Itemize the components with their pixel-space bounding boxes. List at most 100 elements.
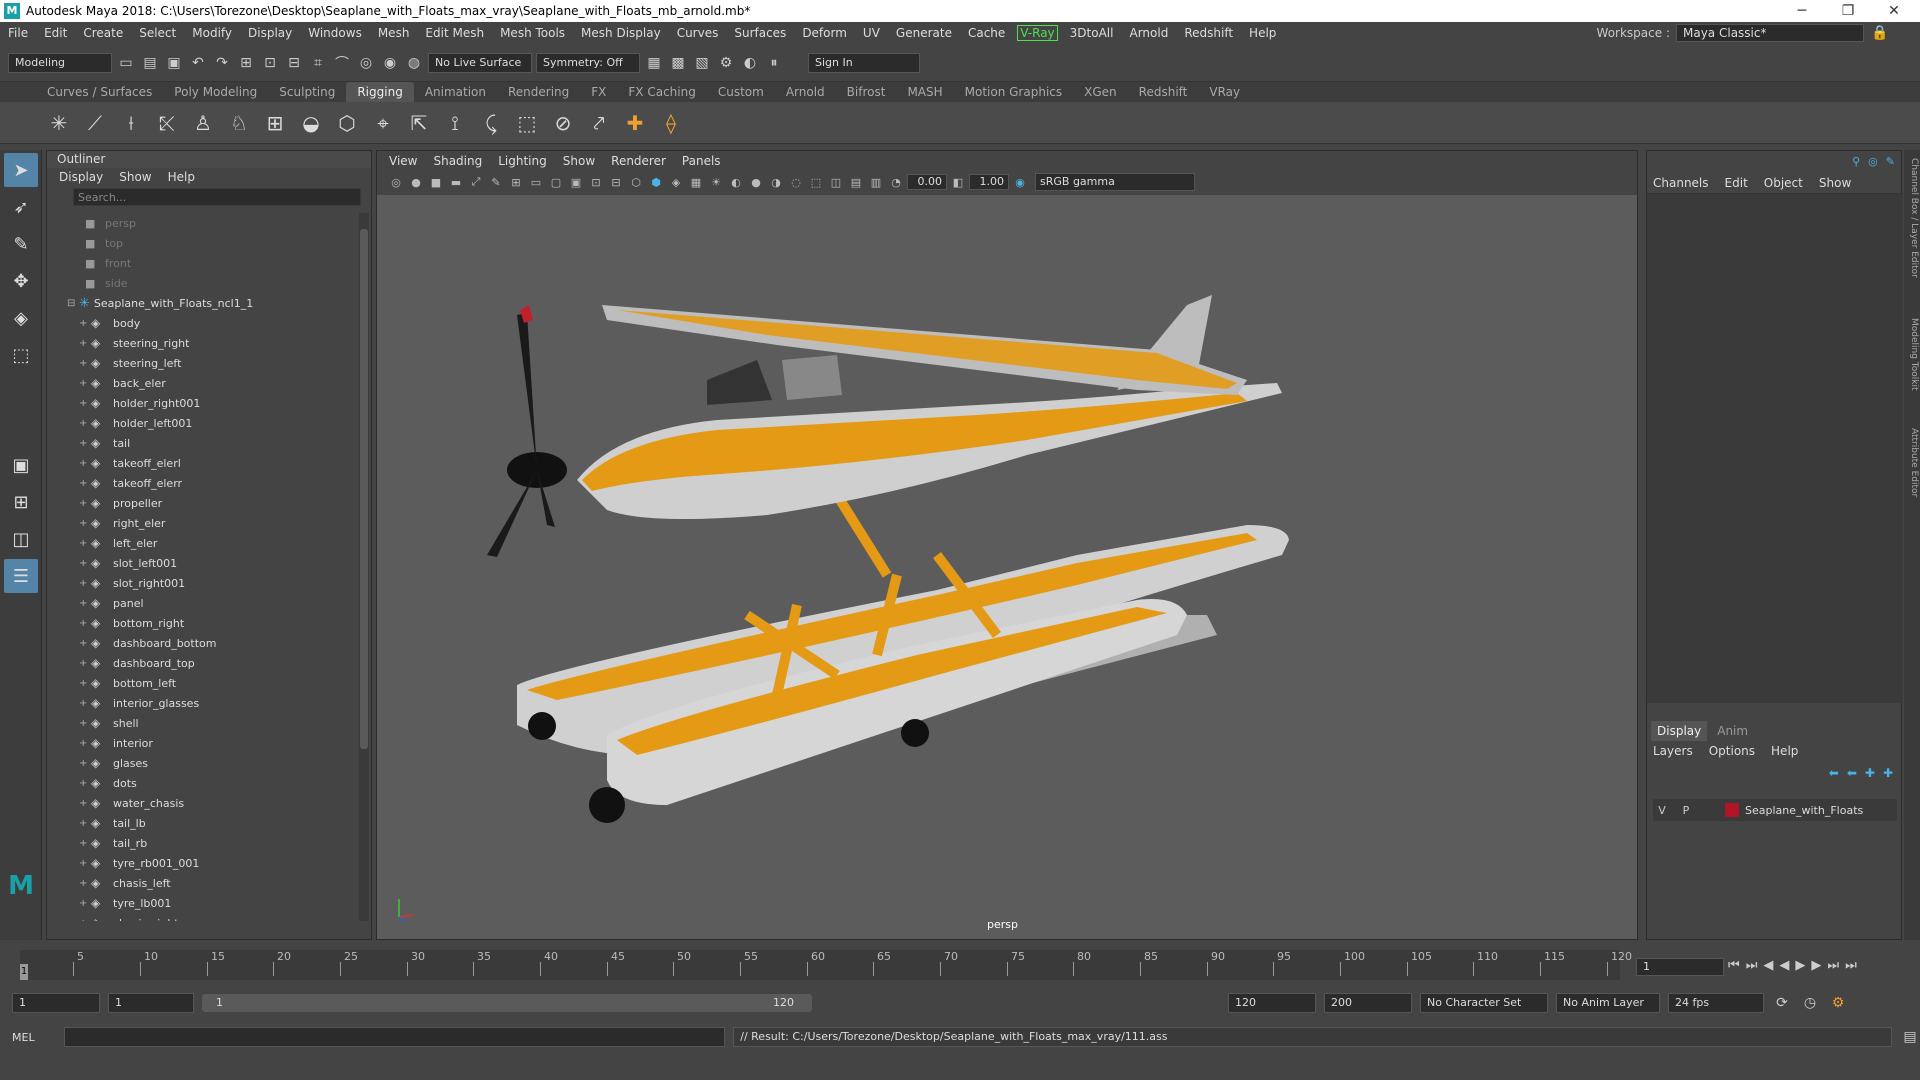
outliner-item-row[interactable]: + ◈ tail bbox=[61, 433, 351, 453]
outliner-item-row[interactable]: + ◈ steering_left bbox=[61, 353, 351, 373]
side-tab-attribute-editor[interactable]: Attribute Editor bbox=[1905, 428, 1919, 497]
point-constraint-icon[interactable]: ⤹ bbox=[476, 108, 506, 138]
current-time-marker[interactable]: 1 bbox=[20, 964, 28, 980]
four-view-icon[interactable]: ⊞ bbox=[4, 485, 38, 519]
snap-view-icon[interactable]: ◉ bbox=[380, 53, 400, 73]
tab-xgen[interactable]: XGen bbox=[1073, 82, 1128, 102]
menu-edit-mesh[interactable]: Edit Mesh bbox=[417, 26, 492, 40]
insert-joint-icon[interactable]: ⤪ bbox=[152, 108, 182, 138]
expand-icon[interactable]: + bbox=[79, 718, 91, 729]
menu-select[interactable]: Select bbox=[131, 26, 184, 40]
select-tool-icon[interactable]: ➤ bbox=[4, 153, 38, 187]
vp-menu-renderer[interactable]: Renderer bbox=[611, 151, 666, 171]
paint-weights-icon[interactable]: ◒ bbox=[296, 108, 326, 138]
pole-vector-icon[interactable]: ⤤ bbox=[584, 108, 614, 138]
script-editor-icon[interactable]: ▤ bbox=[1900, 1027, 1920, 1047]
ipr-render-icon[interactable]: ▧ bbox=[692, 53, 712, 73]
menu-cache[interactable]: Cache bbox=[960, 26, 1013, 40]
expand-icon[interactable]: + bbox=[79, 398, 91, 409]
symmetry-dropdown[interactable]: Symmetry: Off bbox=[536, 52, 640, 73]
expand-icon[interactable]: + bbox=[79, 898, 91, 909]
mode-dropdown[interactable]: Modeling bbox=[8, 52, 112, 73]
gamma-field[interactable]: 1.00 bbox=[969, 174, 1009, 190]
expand-icon[interactable]: + bbox=[79, 678, 91, 689]
menu-deform[interactable]: Deform bbox=[794, 26, 855, 40]
aim-constraint-icon[interactable]: ⊘ bbox=[548, 108, 578, 138]
tab-bifrost[interactable]: Bifrost bbox=[836, 82, 897, 102]
two-view-icon[interactable]: ◫ bbox=[4, 522, 38, 556]
expand-icon[interactable]: + bbox=[79, 838, 91, 849]
lasso-tool-icon[interactable]: ➶ bbox=[4, 190, 38, 224]
xray-icon[interactable]: ◫ bbox=[827, 173, 845, 191]
bookmark-icon[interactable]: ■ bbox=[427, 173, 445, 191]
colorspace-dropdown[interactable]: sRGB gamma bbox=[1035, 173, 1195, 191]
character-set-dropdown[interactable]: No Character Set bbox=[1420, 993, 1548, 1013]
shadows-icon[interactable]: ◐ bbox=[727, 173, 745, 191]
playback-start-field[interactable]: 1 bbox=[108, 993, 194, 1013]
gate-mask-icon[interactable]: ▣ bbox=[567, 173, 585, 191]
layer-tab-anim[interactable]: Anim bbox=[1711, 721, 1754, 741]
anim-layer-dropdown[interactable]: No Anim Layer bbox=[1556, 993, 1660, 1013]
cb-menu-object[interactable]: Object bbox=[1764, 173, 1803, 193]
outliner-scrollbar[interactable] bbox=[359, 213, 369, 921]
layer-tab-display[interactable]: Display bbox=[1651, 721, 1708, 741]
outliner-menu-show[interactable]: Show bbox=[119, 168, 151, 186]
menu-curves[interactable]: Curves bbox=[669, 26, 727, 40]
close-button[interactable]: ✕ bbox=[1872, 0, 1916, 22]
expand-icon[interactable]: + bbox=[79, 598, 91, 609]
outliner-camera-row[interactable]: ■ persp bbox=[61, 213, 351, 233]
playback-range-slider[interactable]: 1 120 bbox=[202, 994, 812, 1012]
menu-modify[interactable]: Modify bbox=[184, 26, 240, 40]
menu-arnold[interactable]: Arnold bbox=[1121, 26, 1176, 40]
tab-rigging[interactable]: Rigging bbox=[346, 82, 414, 102]
camera-attrs-icon[interactable]: ● bbox=[407, 173, 425, 191]
menu-create[interactable]: Create bbox=[75, 26, 131, 40]
outliner-item-row[interactable]: + ◈ bottom_right bbox=[61, 613, 351, 633]
menu-uv[interactable]: UV bbox=[855, 26, 888, 40]
tab-fx-caching[interactable]: FX Caching bbox=[617, 82, 706, 102]
sign-in-button[interactable]: Sign In bbox=[808, 52, 920, 73]
outliner-item-row[interactable]: + ◈ back_eler bbox=[61, 373, 351, 393]
expand-icon[interactable]: + bbox=[79, 518, 91, 529]
minimize-button[interactable]: ─ bbox=[1780, 0, 1824, 22]
expand-icon[interactable]: + bbox=[79, 918, 91, 922]
outliner-item-row[interactable]: + ◈ dashboard_top bbox=[61, 653, 351, 673]
layer-visibility[interactable]: V bbox=[1653, 804, 1671, 817]
expand-icon[interactable]: + bbox=[79, 578, 91, 589]
connect-attribute-icon[interactable]: ⟠ bbox=[656, 108, 686, 138]
expand-icon[interactable]: + bbox=[79, 698, 91, 709]
grid-icon[interactable]: ⊞ bbox=[507, 173, 525, 191]
textured-icon[interactable]: ▦ bbox=[687, 173, 705, 191]
expand-icon[interactable]: + bbox=[79, 858, 91, 869]
expand-icon[interactable]: + bbox=[79, 878, 91, 889]
tab-motion-graphics[interactable]: Motion Graphics bbox=[954, 82, 1074, 102]
single-view-icon[interactable]: ▣ bbox=[4, 448, 38, 482]
vp-menu-panels[interactable]: Panels bbox=[682, 151, 721, 171]
expand-icon[interactable]: + bbox=[79, 658, 91, 669]
outliner-item-row[interactable]: + ◈ body bbox=[61, 313, 351, 333]
color-management-icon[interactable]: ◉ bbox=[1011, 173, 1029, 191]
parent-constraint-icon[interactable]: ⟟ bbox=[440, 108, 470, 138]
vp-menu-shading[interactable]: Shading bbox=[433, 151, 482, 171]
select-camera-icon[interactable]: ◎ bbox=[387, 173, 405, 191]
play-backwards-icon[interactable]: ◀ bbox=[1779, 958, 1789, 973]
channelbox-toggle-icon[interactable]: ⚲ bbox=[1852, 155, 1860, 168]
outliner-item-row[interactable]: + ◈ takeoff_elerl bbox=[61, 453, 351, 473]
grease-pencil-icon[interactable]: ✎ bbox=[487, 173, 505, 191]
tab-arnold[interactable]: Arnold bbox=[775, 82, 836, 102]
layer-menu-options[interactable]: Options bbox=[1709, 741, 1755, 761]
outliner-item-row[interactable]: + ◈ water_chasis bbox=[61, 793, 351, 813]
outliner-item-row[interactable]: + ◈ slot_right001 bbox=[61, 573, 351, 593]
new-layer-selected-icon[interactable]: ✚ bbox=[1883, 766, 1893, 780]
menu-mesh[interactable]: Mesh bbox=[370, 26, 418, 40]
outliner-item-row[interactable]: + ◈ right_eler bbox=[61, 513, 351, 533]
tab-mash[interactable]: MASH bbox=[896, 82, 953, 102]
image-plane-icon[interactable]: ▬ bbox=[447, 173, 465, 191]
lattice-icon[interactable]: ⬡ bbox=[332, 108, 362, 138]
current-frame-field[interactable]: 1 bbox=[1636, 958, 1724, 976]
tab-curves-surfaces[interactable]: Curves / Surfaces bbox=[36, 82, 163, 102]
ik-spline-icon[interactable]: ⟊ bbox=[116, 108, 146, 138]
expand-icon[interactable]: + bbox=[79, 358, 91, 369]
layer-menu-help[interactable]: Help bbox=[1771, 741, 1798, 761]
select-object-icon[interactable]: ⊡ bbox=[260, 53, 280, 73]
